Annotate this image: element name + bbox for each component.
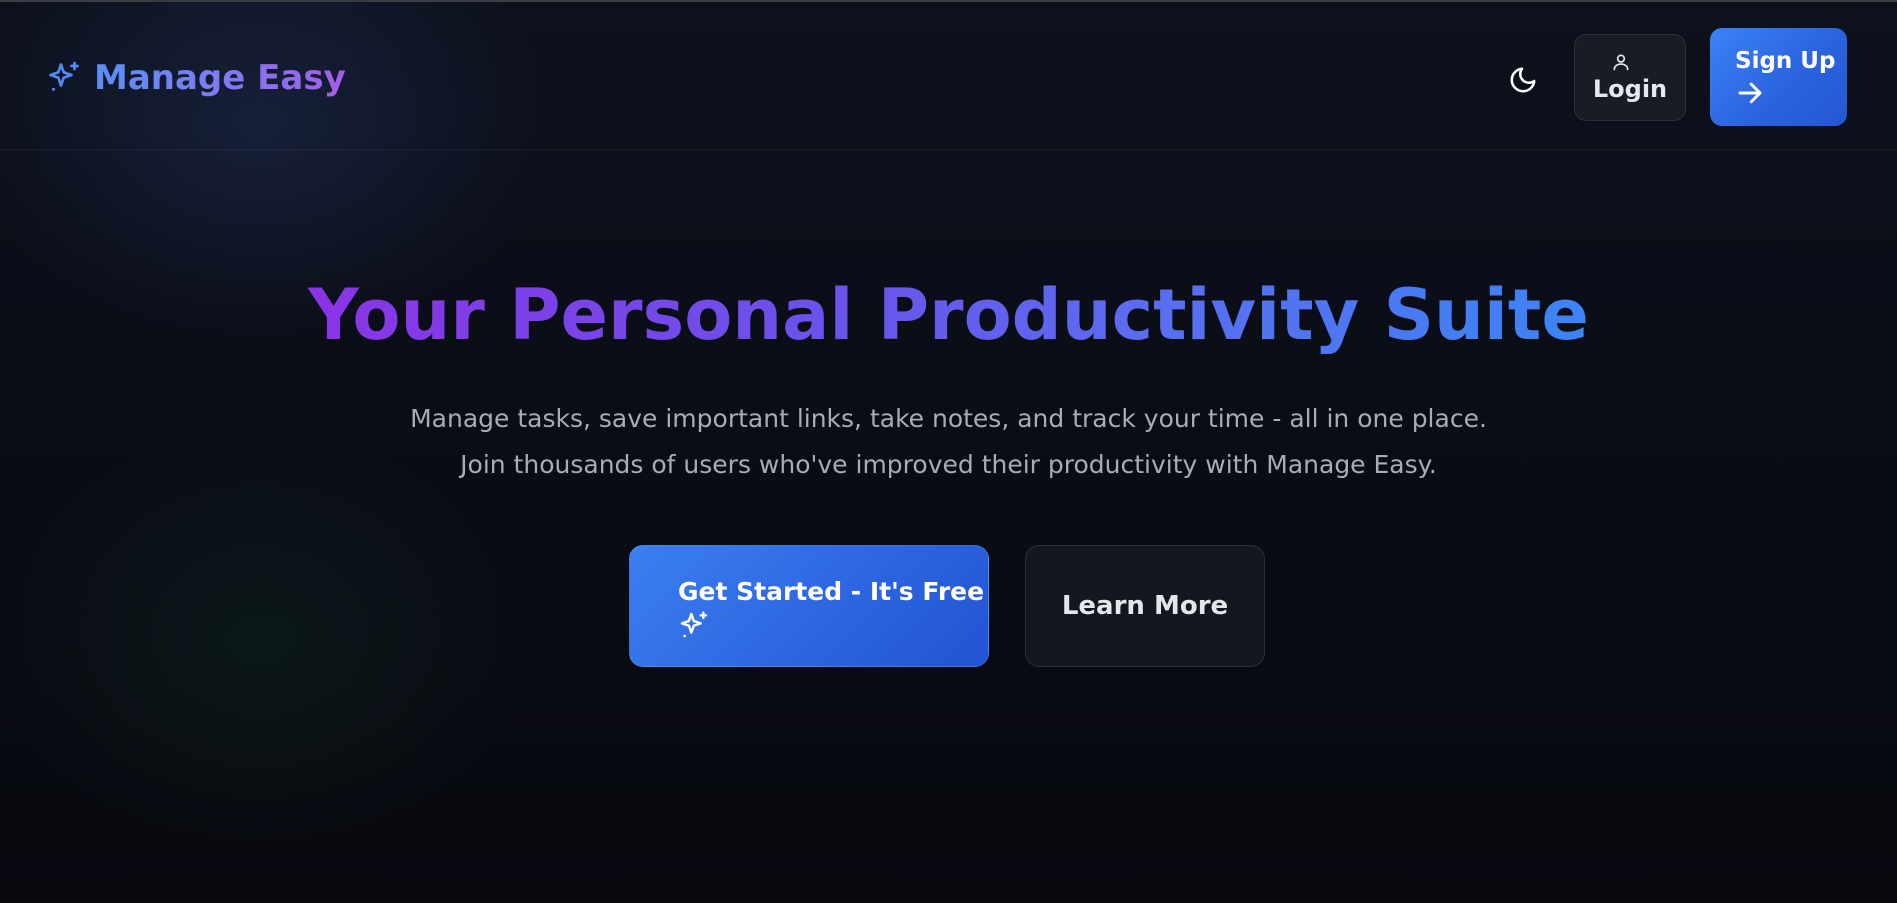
hero-subtitle-line2: Join thousands of users who've improved … [460,450,1437,479]
theme-toggle-button[interactable] [1502,59,1544,101]
get-started-button[interactable]: Get Started - It's Free [629,545,989,667]
signup-button[interactable]: Sign Up [1710,28,1847,126]
brand-name: Manage Easy [94,58,346,98]
sparkles-icon [49,61,79,91]
user-icon [1613,54,1629,70]
site-header: Manage Easy Login Sign Up [0,2,1897,150]
sparkles-icon [680,611,708,638]
learn-more-button[interactable]: Learn More [1025,545,1265,667]
learn-more-label: Learn More [1061,591,1229,621]
login-button[interactable]: Login [1574,34,1686,121]
hero-title: Your Personal Productivity Suite [0,270,1897,360]
hero-title-text: Your Personal Productivity Suite [308,274,1589,356]
login-label: Login [1592,74,1668,103]
signup-label: Sign Up [1735,48,1836,74]
brand-logo[interactable]: Manage Easy [46,58,346,98]
landing-page: Manage Easy Login Sign Up Your Personal … [0,0,1897,903]
moon-icon [1510,67,1536,93]
hero-subtitle-line1: Manage tasks, save important links, take… [410,404,1487,433]
get-started-label: Get Started - It's Free [678,577,985,606]
arrow-right-icon [1738,82,1762,104]
